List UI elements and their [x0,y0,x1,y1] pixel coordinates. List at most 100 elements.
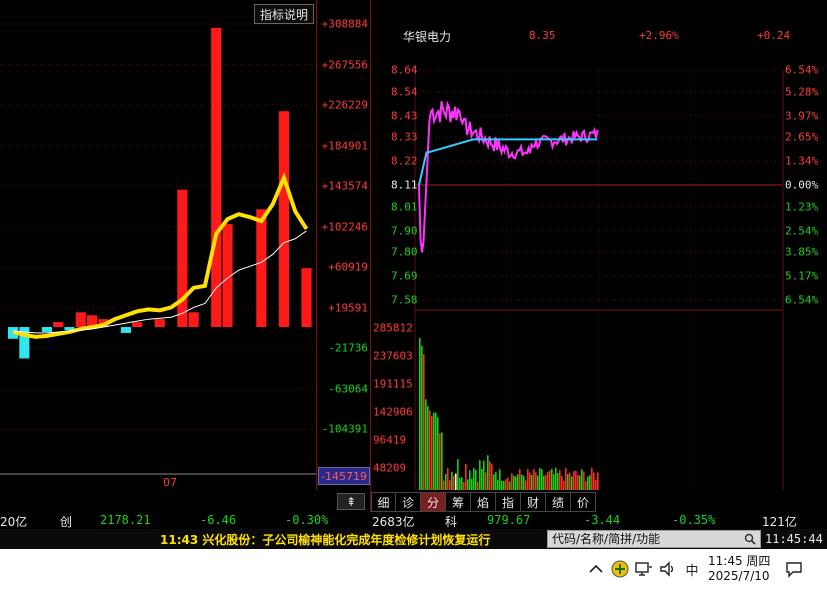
volume-bar [473,468,475,490]
stock-name[interactable]: 华银电力 [403,28,451,45]
percent-tick-label: 6.54% [785,63,819,77]
volume-bar [559,470,561,490]
volume-bar [419,338,421,490]
axis-tick-label: -21736 [328,341,368,355]
percent-tick-label: 0.00% [785,178,819,192]
volume-bar [547,471,549,490]
ime-indicator[interactable]: 中 [682,559,702,579]
board-chinext[interactable]: 创 [60,513,72,530]
board-star[interactable]: 科 [445,513,457,530]
volume-tick-label: 96419 [373,433,407,447]
volume-bar [591,467,593,490]
volume-bar [487,455,489,490]
volume-bar [553,474,555,490]
volume-bar [561,475,563,490]
percent-tick-label: 3.85% [785,245,819,259]
stock-header: 华银电力 8.35 +2.96% +0.24 [371,22,827,50]
left-value-axis: +308884 +267556 +226229 +184901 +143574 +1022… [316,0,370,490]
price-tick-label: 7.90 [391,224,418,238]
panel-tab[interactable]: 绩 [546,492,571,512]
news-headline[interactable]: 11:43 兴化股份：子公司榆神能化完成年度检修计划恢复运行 [160,531,490,548]
volume-bar [587,476,589,490]
volume-bar [565,467,567,490]
taskbar-date[interactable]: 2025/7/10 [708,569,770,583]
flow-bar [120,327,132,333]
panel-tab[interactable]: 焰 [471,492,496,512]
panel-tab[interactable]: 财 [521,492,546,512]
volume-bar [555,467,557,490]
volume-bar [489,461,491,490]
stock-percent-change: +2.96% [639,29,679,42]
volume-tick-label: 48209 [373,461,407,475]
volume-bar [493,474,495,490]
volume-bar [471,478,473,490]
panel-tab[interactable]: 诊 [396,492,421,512]
volume-bar [421,346,423,490]
volume-bar [461,477,463,490]
volume-bar [513,475,515,490]
price-tick-label: 8.22 [391,154,418,168]
panel-tab[interactable]: 指 [496,492,521,512]
date-axis-label: 07 [163,476,177,489]
indicator-help-button[interactable]: 指标说明 [254,4,314,24]
volume-tick-label: 285812 [373,321,413,335]
volume-bar [425,399,427,490]
volume-bar [533,468,535,490]
volume-bar [573,471,575,490]
flow-bar [154,319,165,328]
panel-tab[interactable]: 分 [421,492,446,512]
volume-bar [589,475,591,490]
volume-bar [571,476,573,490]
volume-bar [451,471,453,490]
search-icon[interactable] [744,533,756,545]
percent-tick-label: 2.65% [785,130,819,144]
panel-tab[interactable]: 细 [371,492,396,512]
volume-bar [581,469,583,490]
volume-bar [431,416,433,490]
app-clock: 11:45:44 [765,532,823,546]
percent-tick-label: 2.54% [785,224,819,238]
board-star-percent: -0.35% [672,513,716,527]
volume-bar [477,481,479,490]
intraday-price-chart [414,69,784,490]
price-tick-label: 8.33 [391,130,418,144]
volume-bar [481,468,483,490]
price-tick-label: 8.11 [391,178,418,192]
search-input[interactable]: 代码/名称/简拼/功能 [547,530,761,548]
price-tick-label: 8.54 [391,85,418,99]
volume-bar [551,468,553,490]
network-icon[interactable] [634,559,654,579]
volume-bar [549,470,551,490]
volume-bar [515,476,517,490]
panel-tab[interactable]: 价 [571,492,596,512]
price-line [418,100,599,253]
volume-bar [429,410,431,490]
volume-bar [445,473,447,490]
volume-bar [469,470,471,490]
average-price-line [418,138,598,186]
scroll-top-button[interactable]: ⇞ [337,493,365,510]
taskbar-time[interactable]: 11:45 周四 [708,552,770,569]
index-bar: 20亿 创 2178.21 -6.46 -0.30% 2683亿 科 979.6… [0,512,827,529]
volume-bar [441,432,443,490]
percent-tick-label: 3.97% [785,109,819,123]
axis-tick-label: +226229 [321,98,368,112]
tray-app-icon[interactable] [610,559,630,579]
axis-tick-label: -63064 [328,382,368,396]
chevron-up-icon[interactable] [586,559,606,579]
volume-tick-label: 237603 [373,349,413,363]
panel-tab[interactable]: 筹 [446,492,471,512]
volume-icon[interactable] [658,559,678,579]
volume-bar [519,468,521,490]
notification-icon[interactable] [784,559,804,579]
volume-bar [567,474,569,490]
volume-bar [509,481,511,490]
current-value-tag: -145719 [318,467,370,485]
volume-bar [577,474,579,490]
volume-bar [475,470,477,490]
volume-bar [427,406,429,490]
board-star-value: 979.67 [487,513,531,527]
volume-bar [575,470,577,490]
percent-tick-label: 6.54% [785,293,819,307]
flow-bar [278,111,290,328]
